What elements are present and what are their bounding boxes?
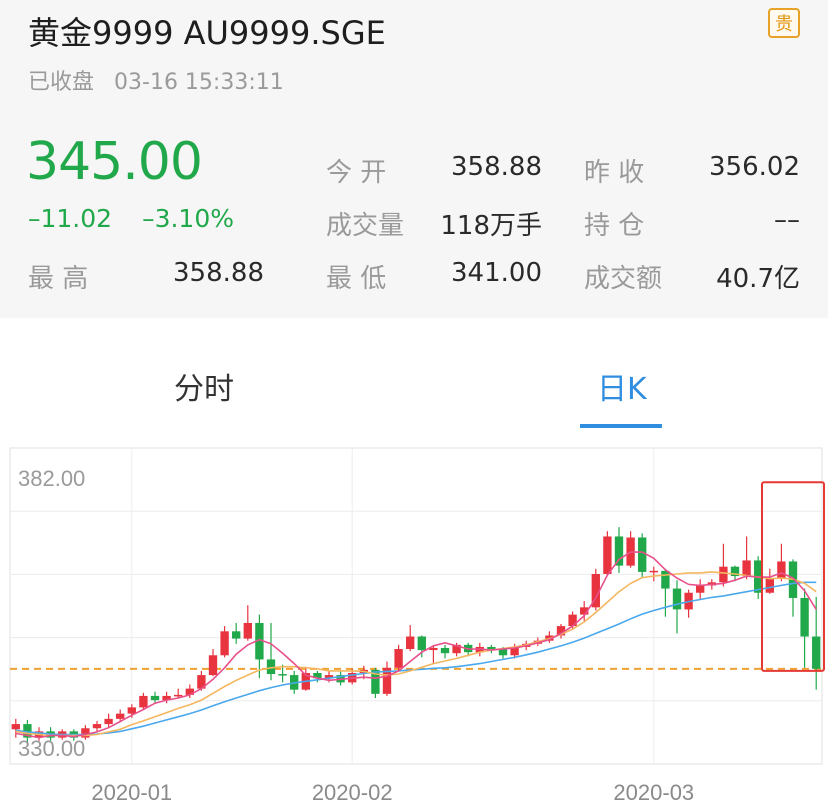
candle-body <box>812 636 821 669</box>
candle-body <box>127 707 136 714</box>
candle-body <box>638 537 647 572</box>
position-label: 持 仓 <box>584 211 645 241</box>
tab-daily-k[interactable]: 日K <box>597 364 647 408</box>
change-value: –11.02 <box>28 204 113 233</box>
position-value: –– <box>774 205 800 235</box>
candle-body <box>777 561 786 579</box>
candle-body <box>800 597 809 637</box>
candle-body <box>603 536 612 574</box>
volume-label: 成交量 <box>326 211 405 241</box>
chart-tabs: 分时 日K <box>0 340 828 432</box>
kline-svg[interactable]: 382.00 330.002020-01 2020-02 2020-03 <box>0 436 828 809</box>
tab-intraday[interactable]: 分时 <box>174 364 234 408</box>
candle-body <box>232 631 241 639</box>
candle-body <box>394 649 403 668</box>
high-label: 最 高 <box>28 264 89 294</box>
low-label: 最 低 <box>326 264 387 294</box>
prev-close-value: 356.02 <box>709 152 800 182</box>
y-max-label: 382.00 <box>18 466 85 491</box>
open-label: 今 开 <box>326 158 387 188</box>
volume-value: 118万手 <box>440 211 542 241</box>
candle-body <box>765 578 774 593</box>
candle-body <box>417 636 426 651</box>
high-value: 358.88 <box>173 258 264 288</box>
candle-body <box>174 694 183 697</box>
last-price: 345.00 <box>26 132 203 192</box>
candle-body <box>440 647 450 654</box>
candle-body <box>243 622 252 639</box>
price-change: –11.02 –3.10% <box>28 204 234 233</box>
instrument-title: 黄金9999 AU9999.SGE <box>28 14 386 52</box>
status-text: 已收盘 <box>28 70 95 95</box>
y-min-label: 330.00 <box>18 736 85 761</box>
candle-body <box>406 636 415 650</box>
market-status: 已收盘 03-16 15:33:11 <box>28 64 284 96</box>
candle-body <box>150 695 160 701</box>
candle-body <box>208 655 218 676</box>
change-percent: –3.10% <box>142 204 234 233</box>
candle-body <box>719 566 728 583</box>
candle-body <box>696 585 705 593</box>
candle-body <box>649 570 658 573</box>
turnover-label: 成交额 <box>584 264 663 294</box>
candle-body <box>672 588 682 610</box>
candle-body <box>278 674 287 676</box>
candle-body <box>742 560 751 577</box>
candle-body <box>116 713 125 719</box>
open-value: 358.88 <box>451 152 542 182</box>
candle-body <box>139 695 148 708</box>
candle-body <box>614 536 624 566</box>
quote-header: 黄金9999 AU9999.SGE 贵 已收盘 03-16 15:33:11 34… <box>0 0 828 318</box>
x-tick-label: 2020-02 <box>312 780 393 805</box>
kline-chart[interactable]: 382.00 330.00 2020-01 2020-02 2020-03 <box>0 436 828 809</box>
low-value: 341.00 <box>451 258 542 288</box>
candle-body <box>487 646 496 650</box>
status-time: 03-16 15:33:11 <box>114 70 284 95</box>
active-tab-indicator <box>580 424 662 428</box>
candle-body <box>220 631 229 656</box>
candle-body <box>104 718 113 725</box>
precious-metal-badge[interactable]: 贵 <box>768 8 800 38</box>
turnover-value: 40.7亿 <box>716 264 800 294</box>
prev-close-label: 昨 收 <box>584 158 645 188</box>
x-tick-label: 2020-03 <box>613 780 694 805</box>
candle-body <box>11 724 20 730</box>
x-tick-label: 2020-01 <box>91 780 172 805</box>
candle-body <box>92 724 102 729</box>
candle-body <box>661 570 670 589</box>
